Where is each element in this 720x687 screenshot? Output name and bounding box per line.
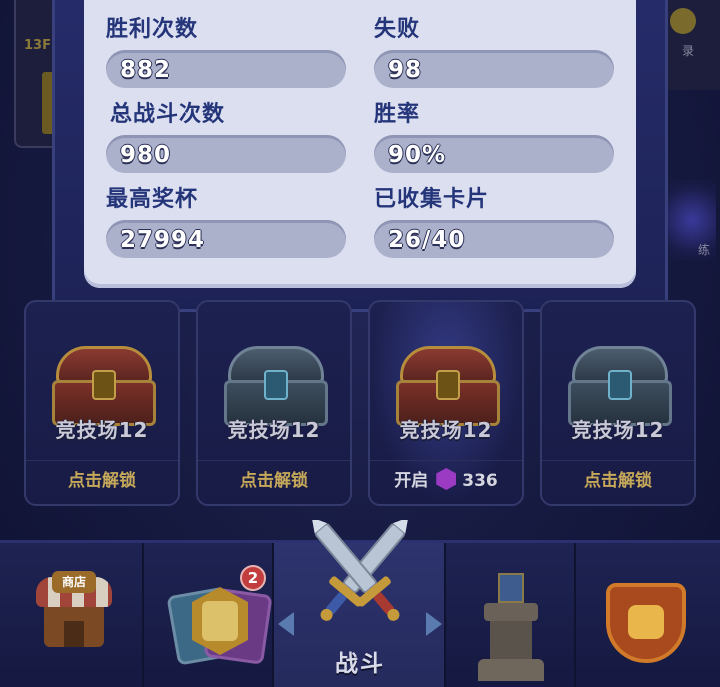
crossed-swords-icon xyxy=(311,520,409,621)
stat-total-battles-value: 980 xyxy=(106,135,346,173)
stat-wins-value: 882 xyxy=(106,50,346,88)
chest-name: 竞技场12 xyxy=(571,418,665,442)
fist-icon xyxy=(628,605,664,639)
arrow-right-icon[interactable] xyxy=(426,612,442,636)
arrow-left-icon[interactable] xyxy=(278,612,294,636)
gem-cost: 336 xyxy=(462,471,498,491)
tower-icon xyxy=(474,573,548,681)
stat-losses-label: 失败 xyxy=(374,17,421,42)
background-portal-glow: 练 xyxy=(668,180,716,260)
stat-cards-collected-label: 已收集卡片 xyxy=(374,187,490,212)
nav-battle-label: 战斗 xyxy=(335,651,385,677)
stat-total-battles: 总战斗次数 980 xyxy=(106,101,346,173)
chest-name: 竞技场12 xyxy=(227,418,321,442)
shop-sign: 商店 xyxy=(52,571,96,593)
stat-cards-collected-value: 26/40 xyxy=(374,220,614,258)
chest-unlock-button[interactable]: 点击解锁 xyxy=(542,460,694,500)
background-right-label: 录 xyxy=(682,44,695,58)
stats-panel: 胜利次数 882 失败 98 总战斗次数 980 胜率 90% 最高奖杯 279… xyxy=(84,0,636,288)
chest-unlock-button[interactable]: 点击解锁 xyxy=(198,460,350,500)
chest-open-label: 开启 xyxy=(394,471,429,491)
chest-unlock-button[interactable]: 点击解锁 xyxy=(26,460,178,500)
background-level-text: 13F xyxy=(24,38,51,53)
clan-shield-icon xyxy=(606,583,686,663)
stat-total-battles-label: 总战斗次数 xyxy=(110,102,226,127)
coin-icon xyxy=(670,8,696,34)
chest-name: 竞技场12 xyxy=(55,418,149,442)
shop-icon: 商店 xyxy=(36,571,112,651)
stat-wins: 胜利次数 882 xyxy=(106,16,346,88)
stat-highest-trophies: 最高奖杯 27994 xyxy=(106,186,346,258)
nav-shop[interactable]: 商店 xyxy=(0,543,144,687)
cards-notification-badge: 2 xyxy=(240,565,266,591)
background-right-frame: 录 xyxy=(660,0,720,90)
chest-slot-1[interactable]: 竞技场12 点击解锁 xyxy=(24,300,180,506)
stat-win-rate-value: 90% xyxy=(374,135,614,173)
stat-highest-trophies-label: 最高奖杯 xyxy=(106,187,199,212)
chest-open-button[interactable]: 开启 336 xyxy=(370,460,522,500)
stat-highest-trophies-value: 27994 xyxy=(106,220,346,258)
stat-wins-label: 胜利次数 xyxy=(106,17,199,42)
chest-slot-2[interactable]: 竞技场12 点击解锁 xyxy=(196,300,352,506)
stat-losses-value: 98 xyxy=(374,50,614,88)
background-portal-label: 练 xyxy=(697,243,710,257)
cards-icon xyxy=(166,583,273,666)
stat-win-rate-label: 胜率 xyxy=(374,102,421,127)
stat-losses: 失败 98 xyxy=(374,16,614,88)
stat-win-rate: 胜率 90% xyxy=(374,101,614,173)
chest-name: 竞技场12 xyxy=(399,418,493,442)
chest-slot-3[interactable]: 竞技场12 开启 336 xyxy=(368,300,524,506)
chest-slot-4[interactable]: 竞技场12 点击解锁 xyxy=(540,300,696,506)
nav-clan[interactable] xyxy=(576,543,720,687)
gem-icon xyxy=(436,468,457,490)
nav-tower[interactable] xyxy=(446,543,576,687)
stat-cards-collected: 已收集卡片 26/40 xyxy=(374,186,614,258)
